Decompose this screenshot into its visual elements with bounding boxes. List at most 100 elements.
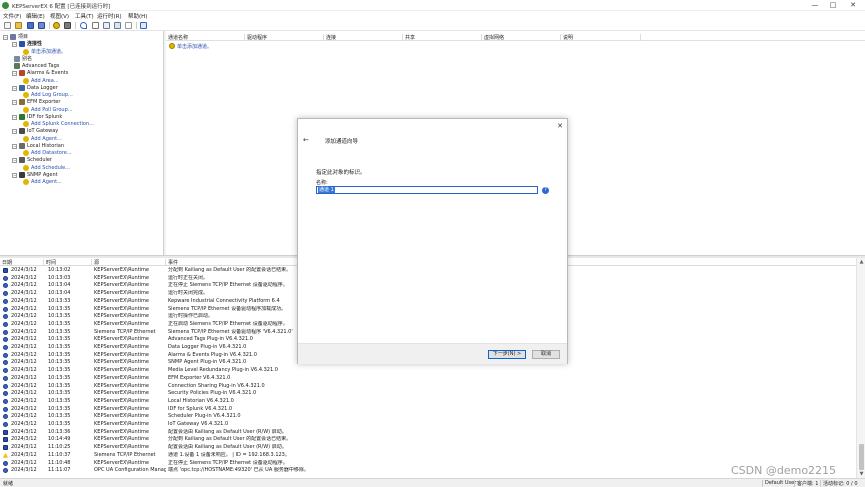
toolbar-separator <box>49 22 50 29</box>
collapse-toggle-icon[interactable]: − <box>12 129 17 135</box>
save-icon[interactable] <box>27 22 34 29</box>
cancel-button[interactable]: 取消 <box>532 350 560 359</box>
log-row[interactable]: 2024/3/12 10:13:35 KEPServerEX\Runtime Secu… <box>0 390 856 398</box>
collapse-toggle-icon[interactable]: − <box>12 114 17 120</box>
efm-exporter-icon <box>19 99 25 106</box>
log-source: KEPServerEX\Runtime <box>94 359 150 366</box>
log-time: 10:13:04 <box>48 290 71 297</box>
log-date: 2024/3/12 <box>11 382 37 389</box>
scroll-down-icon[interactable]: ▼ <box>858 471 865 477</box>
tree-item-label: Data Logger <box>27 84 58 91</box>
column-date[interactable]: 日期 <box>0 259 44 266</box>
column-driver[interactable]: 驱动程序 <box>245 34 324 41</box>
next-button[interactable]: 下一步(N) > <box>488 350 526 359</box>
collapse-toggle-icon[interactable]: − <box>12 158 17 164</box>
open-icon[interactable] <box>15 22 22 29</box>
data-logger-icon <box>19 84 25 91</box>
log-date: 2024/3/12 <box>11 328 37 335</box>
undo-icon[interactable] <box>80 22 87 29</box>
new-device-icon[interactable] <box>64 22 71 29</box>
menu-runtime[interactable]: 运行时(R) <box>97 12 122 20</box>
log-row[interactable]: 2024/3/12 11:10:48 KEPServerEX\Runtime 正在停止… <box>0 460 856 468</box>
log-row[interactable]: 2024/3/12 10:13:35 KEPServerEX\Runtime EFM … <box>0 375 856 383</box>
log-row[interactable]: 2024/3/12 10:13:35 KEPServerEX\Runtime IoT … <box>0 421 856 429</box>
collapse-toggle-icon[interactable]: − <box>12 85 17 91</box>
save-as-icon[interactable] <box>38 22 45 29</box>
collapse-toggle-icon[interactable]: − <box>3 35 8 40</box>
iot-gateway-icon <box>19 128 25 135</box>
log-time: 10:13:35 <box>48 405 71 412</box>
info-icon <box>3 468 8 474</box>
log-date: 2024/3/12 <box>11 467 37 474</box>
advanced-tags-icon <box>14 63 20 69</box>
close-window-button[interactable]: ✕ <box>843 1 863 10</box>
toolbar-separator <box>75 22 76 29</box>
log-date: 2024/3/12 <box>11 336 37 343</box>
status-user: Default User <box>765 480 797 486</box>
collapse-toggle-icon[interactable]: − <box>12 100 17 106</box>
info-icon <box>3 345 8 350</box>
minimize-button[interactable]: — <box>805 1 825 10</box>
menu-file[interactable]: 文件(F) <box>3 12 21 20</box>
info-icon <box>3 283 8 289</box>
log-row[interactable]: 2024/3/12 10:13:35 KEPServerEX\Runtime Medi… <box>0 367 856 375</box>
tree-item-label: Local Historian <box>27 142 64 149</box>
column-connection[interactable]: 连接 <box>324 34 403 41</box>
menu-view[interactable]: 视图(V) <box>50 12 69 20</box>
collapse-toggle-icon[interactable]: − <box>12 71 17 77</box>
add-splunk-icon <box>23 121 29 127</box>
log-date: 2024/3/12 <box>11 344 37 350</box>
scroll-up-icon[interactable]: ▲ <box>858 259 865 265</box>
log-time: 10:13:35 <box>48 328 71 335</box>
column-shared[interactable]: 共享 <box>403 34 482 41</box>
add-channel-icon <box>23 48 29 55</box>
new-channel-icon[interactable] <box>53 22 60 29</box>
quick-client-icon[interactable] <box>140 22 147 29</box>
new-project-icon[interactable] <box>4 22 11 29</box>
collapse-toggle-icon[interactable]: − <box>12 143 17 149</box>
status-ready: 就绪 <box>3 481 14 487</box>
log-row[interactable]: 2024/3/12 10:13:35 KEPServerEX\Runtime Sche… <box>0 413 856 421</box>
log-source: KEPServerEX\Runtime <box>94 274 150 281</box>
help-icon[interactable]: ? <box>542 187 549 194</box>
menu-edit[interactable]: 编辑(E) <box>26 12 45 20</box>
log-row[interactable]: 2024/3/12 10:13:35 KEPServerEX\Runtime Conn… <box>0 383 856 391</box>
channel-name-input[interactable]: 通道 1 <box>316 186 538 194</box>
column-time[interactable]: 时间 <box>44 259 92 266</box>
log-row[interactable]: 2024/3/12 11:11:07 OPC UA Configuration Ma… <box>0 467 856 475</box>
log-source: KEPServerEX\Runtime <box>94 290 150 297</box>
toolbar-separator <box>136 22 137 29</box>
copy-icon[interactable] <box>103 22 110 29</box>
log-row[interactable]: 2024/3/12 11:10:37 Siemens TCP/IP Ethernet… <box>0 452 856 460</box>
log-row[interactable]: 2024/3/12 10:13:35 KEPServerEX\Runtime IDF … <box>0 406 856 414</box>
delete-icon[interactable] <box>125 22 132 29</box>
project-tree[interactable]: − 项目 − 连接性 单击添加通道。 别名 Advanced Tags − Alarms & E… <box>0 31 164 255</box>
column-virtual-network[interactable]: 虚拟网络 <box>482 34 561 41</box>
column-source[interactable]: 源 <box>92 259 166 266</box>
dialog-close-button[interactable]: ✕ <box>557 122 563 130</box>
log-time: 10:14:49 <box>48 436 71 443</box>
scroll-thumb[interactable] <box>859 444 864 470</box>
log-row[interactable]: 2024/3/12 11:10:25 KEPServerEX\Runtime 配置会话… <box>0 444 856 452</box>
log-date: 2024/3/12 <box>11 405 37 412</box>
event-log-scrollbar[interactable]: ▲ ▼ <box>856 258 865 478</box>
paste-icon[interactable] <box>114 22 121 29</box>
column-description[interactable]: 说明 <box>561 34 641 41</box>
log-row[interactable]: 2024/3/12 10:14:49 KEPServerEX\Runtime 分配到 … <box>0 436 856 444</box>
dialog-back-button[interactable]: ← <box>303 136 309 144</box>
log-date: 2024/3/12 <box>11 397 37 404</box>
log-date: 2024/3/12 <box>11 282 37 289</box>
cut-icon[interactable] <box>92 22 99 29</box>
menu-help[interactable]: 帮助(H) <box>128 12 147 20</box>
collapse-toggle-icon[interactable]: − <box>12 172 17 178</box>
log-row[interactable]: 2024/3/12 10:13:35 KEPServerEX\Runtime Loca… <box>0 398 856 406</box>
menu-tools[interactable]: 工具(T) <box>75 12 94 20</box>
tree-item-label: Add Log Group... <box>31 92 73 98</box>
log-date: 2024/3/12 <box>11 359 37 366</box>
maximize-button[interactable]: □ <box>823 1 843 10</box>
tree-item-label: Add Splunk Connection... <box>31 121 94 127</box>
collapse-toggle-icon[interactable]: − <box>12 42 17 48</box>
log-event: Connection Sharing Plug-in V6.4.321.0 <box>168 382 265 389</box>
column-channel-name[interactable]: 通道名称 <box>166 34 245 41</box>
log-row[interactable]: 2024/3/12 10:13:36 KEPServerEX\Runtime 配置会话… <box>0 429 856 437</box>
